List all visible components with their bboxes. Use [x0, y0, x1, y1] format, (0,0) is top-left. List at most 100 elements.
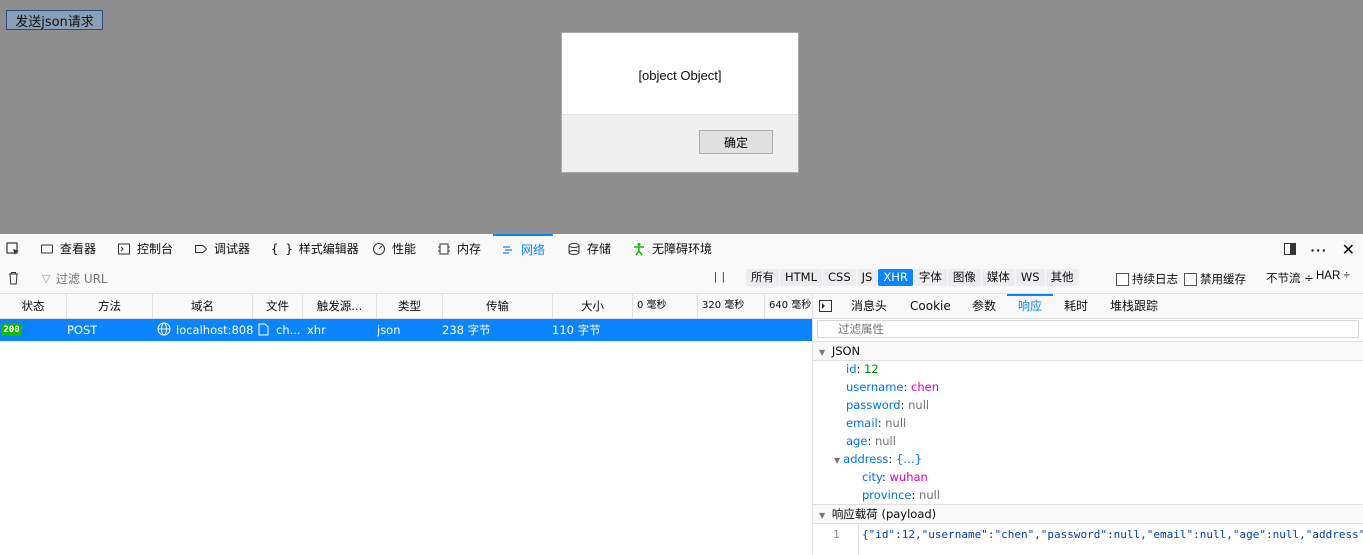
- alert-ok-button[interactable]: 确定: [699, 130, 773, 154]
- json-key: email: [846, 416, 878, 430]
- devtools-toolbar: 查看器 控制台 调试器 { } 样式编辑器 性能 内存 网络 存储 无障碍环境 …: [0, 234, 1363, 264]
- page-viewport: 发送json请求 [object Object] 确定: [0, 0, 1363, 234]
- dock-side-icon[interactable]: [1283, 242, 1297, 259]
- payload-section-header[interactable]: ▼ 响应载荷 (payload): [813, 504, 1363, 524]
- tab-storage[interactable]: 存储: [567, 234, 611, 263]
- tab-label: 样式编辑器: [298, 242, 359, 256]
- throttle-select[interactable]: 不节流 ÷: [1266, 270, 1314, 286]
- type-filter-media[interactable]: 媒体: [981, 269, 1015, 286]
- tab-style-editor[interactable]: { } 样式编辑器: [271, 234, 359, 263]
- send-json-button[interactable]: 发送json请求: [6, 10, 103, 30]
- column-cause[interactable]: 触发源...: [303, 294, 377, 318]
- memory-icon: [437, 242, 451, 256]
- inspector-icon: [40, 242, 54, 256]
- column-method[interactable]: 方法: [67, 294, 153, 318]
- type-filter-all[interactable]: 所有: [746, 269, 779, 286]
- tab-response[interactable]: 响应: [1007, 294, 1054, 318]
- checkbox-box[interactable]: [1184, 272, 1197, 286]
- status-badge: 200: [1, 324, 22, 336]
- json-section-header[interactable]: ▼ JSON: [813, 341, 1363, 361]
- waterfall-tick: 320 毫秒: [698, 294, 765, 318]
- checkbox-box[interactable]: [1116, 272, 1129, 286]
- column-file[interactable]: 文件: [253, 294, 303, 318]
- column-transferred[interactable]: 传输: [443, 294, 553, 318]
- tab-label: 网络: [521, 243, 546, 257]
- toggle-sidebar-icon[interactable]: [819, 294, 832, 318]
- row-file: ch...: [276, 323, 301, 337]
- toolbox-controls: ··· ✕: [1283, 240, 1355, 260]
- json-key: id: [846, 362, 857, 376]
- tab-performance[interactable]: 性能: [372, 234, 416, 263]
- json-value: null: [885, 416, 907, 430]
- json-value: chen: [911, 380, 940, 394]
- column-status[interactable]: 状态: [0, 294, 67, 318]
- tab-inspector[interactable]: 查看器: [40, 234, 96, 263]
- close-icon[interactable]: ✕: [1342, 240, 1355, 260]
- row-cause: xhr: [307, 323, 326, 337]
- trash-icon[interactable]: [7, 271, 20, 288]
- json-row-email[interactable]: email: null: [846, 414, 906, 432]
- type-filter-images[interactable]: 图像: [947, 269, 981, 286]
- json-row-username[interactable]: username: chen: [846, 378, 939, 396]
- tab-memory[interactable]: 内存: [437, 234, 481, 263]
- alert-footer: 确定: [562, 114, 798, 172]
- tab-label: 性能: [392, 242, 417, 256]
- console-icon: [117, 242, 131, 256]
- element-picker-icon[interactable]: [6, 234, 20, 263]
- network-filter-bar: ▽ | | 所有 HTML CSS JS XHR 字体 图像 媒体 WS 其他 …: [0, 263, 1363, 294]
- json-row-city[interactable]: city: wuhan: [862, 468, 928, 486]
- type-filter-fonts[interactable]: 字体: [913, 269, 947, 286]
- tab-debugger[interactable]: 调试器: [194, 234, 250, 263]
- json-key: username: [846, 380, 904, 394]
- har-menu[interactable]: HAR ÷: [1316, 270, 1350, 282]
- type-filter-html[interactable]: HTML: [780, 269, 823, 286]
- tab-headers[interactable]: 消息头: [851, 294, 887, 318]
- type-filter-xhr[interactable]: XHR: [878, 269, 913, 286]
- row-size: 110 字节: [552, 323, 601, 337]
- row-domain: localhost:8080: [176, 323, 253, 337]
- tab-network[interactable]: 网络: [493, 234, 554, 263]
- alert-message: [object Object]: [638, 68, 722, 83]
- json-row-age[interactable]: age: null: [846, 432, 896, 450]
- network-icon: [501, 243, 515, 257]
- json-colon: :: [911, 488, 920, 502]
- json-row-password[interactable]: password: null: [846, 396, 929, 414]
- alert-dialog: [object Object] 确定: [561, 32, 799, 173]
- column-domain[interactable]: 域名: [153, 294, 253, 318]
- type-filter-css[interactable]: CSS: [823, 269, 856, 286]
- table-row[interactable]: 200 POST localhost:8080 ch... xhr json 2…: [0, 319, 813, 341]
- json-row-province[interactable]: province: null: [862, 486, 940, 504]
- json-row-address[interactable]: ▼ address: {…}: [834, 450, 922, 468]
- payload-code[interactable]: {"id":12,"username":"chen","password":nu…: [862, 524, 1363, 546]
- json-key: province: [862, 488, 912, 502]
- type-filter-ws[interactable]: WS: [1015, 269, 1045, 286]
- pause-icon[interactable]: | |: [714, 271, 726, 283]
- json-row-id[interactable]: id: 12: [846, 360, 879, 378]
- column-type[interactable]: 类型: [377, 294, 443, 318]
- line-number-gutter: 1: [813, 524, 859, 555]
- tab-console[interactable]: 控制台: [117, 234, 173, 263]
- type-filter-js[interactable]: JS: [856, 269, 878, 286]
- property-filter-input[interactable]: [817, 320, 1359, 338]
- column-size[interactable]: 大小: [553, 294, 633, 318]
- chevron-down-icon: ▼: [834, 456, 841, 465]
- tab-cookie[interactable]: Cookie: [910, 294, 951, 318]
- tab-params[interactable]: 参数: [972, 294, 996, 318]
- waterfall-tick: 0 毫秒: [633, 294, 698, 318]
- tab-stack-trace[interactable]: 堆栈跟踪: [1110, 294, 1158, 318]
- storage-icon: [567, 242, 581, 256]
- checkbox-label: 禁用缓存: [1200, 272, 1246, 286]
- tab-label: 存储: [587, 242, 612, 256]
- json-colon: :: [888, 452, 896, 466]
- persist-logs-checkbox[interactable]: 持续日志: [1116, 271, 1178, 287]
- url-filter-input[interactable]: [36, 268, 718, 290]
- disable-cache-checkbox[interactable]: 禁用缓存: [1184, 271, 1246, 287]
- request-type-filters: 所有 HTML CSS JS XHR 字体 图像 媒体 WS 其他: [746, 269, 1079, 286]
- more-options-icon[interactable]: ···: [1311, 242, 1328, 258]
- file-icon: [258, 319, 269, 341]
- tab-accessibility[interactable]: 无障碍环境: [632, 234, 712, 263]
- tab-timings[interactable]: 耗时: [1064, 294, 1088, 318]
- type-filter-other[interactable]: 其他: [1045, 269, 1079, 286]
- chevron-down-icon: ▼: [819, 511, 826, 520]
- json-value: null: [908, 398, 930, 412]
